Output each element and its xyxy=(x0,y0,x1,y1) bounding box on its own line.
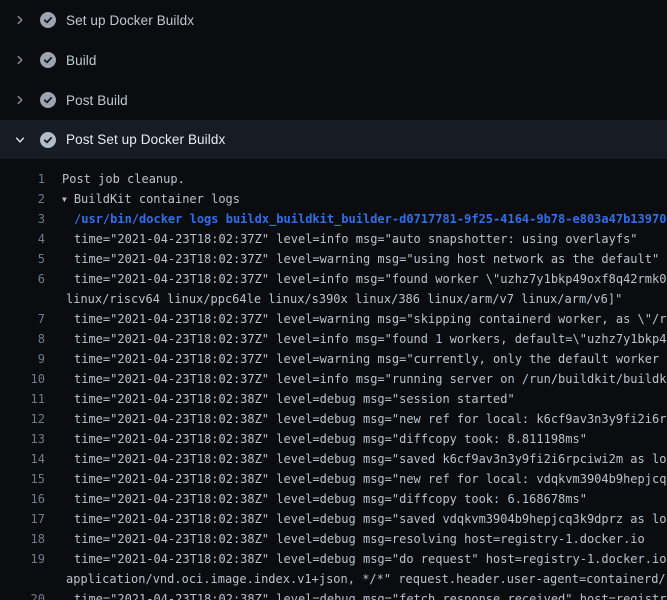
log-group-header[interactable]: ▼ BuildKit container logs xyxy=(45,192,240,206)
log-line-number[interactable]: 20 xyxy=(0,592,45,600)
log-line-5: 5time="2021-04-23T18:02:37Z" level=warni… xyxy=(0,249,667,269)
log-line-13: 13time="2021-04-23T18:02:38Z" level=debu… xyxy=(0,429,667,449)
log-line-17: 17time="2021-04-23T18:02:38Z" level=debu… xyxy=(0,509,667,529)
log-message-text: time="2021-04-23T18:02:38Z" level=debug … xyxy=(45,552,667,566)
log-line-2: 2 ▼ BuildKit container logs xyxy=(0,189,667,209)
log-line-number[interactable]: 5 xyxy=(0,252,45,266)
log-line-14: 14time="2021-04-23T18:02:38Z" level=debu… xyxy=(0,449,667,469)
log-message-text: time="2021-04-23T18:02:38Z" level=debug … xyxy=(45,532,645,546)
log-message-text: time="2021-04-23T18:02:38Z" level=debug … xyxy=(45,512,667,526)
log-message-text: time="2021-04-23T18:02:38Z" level=debug … xyxy=(45,472,667,486)
log-message-text: application/vnd.oci.image.index.v1+json,… xyxy=(45,572,667,586)
chevron-right-icon xyxy=(12,52,28,68)
log-line-number[interactable]: 3 xyxy=(0,212,45,226)
log-line-number[interactable]: 16 xyxy=(0,492,45,506)
log-line-wrap: linux/riscv64 linux/ppc64le linux/s390x … xyxy=(0,289,667,309)
step-row-post-set-up-docker-buildx[interactable]: Post Set up Docker Buildx xyxy=(0,120,667,159)
log-line-number[interactable]: 6 xyxy=(0,272,45,286)
step-label: Build xyxy=(66,53,97,68)
log-line-number[interactable]: 10 xyxy=(0,372,45,386)
log-line-4: 4time="2021-04-23T18:02:37Z" level=info … xyxy=(0,229,667,249)
log-line-12: 12time="2021-04-23T18:02:38Z" level=debu… xyxy=(0,409,667,429)
check-circle-icon xyxy=(40,52,56,68)
log-line-number[interactable]: 7 xyxy=(0,312,45,326)
log-line-number[interactable]: 15 xyxy=(0,472,45,486)
check-circle-icon xyxy=(40,12,56,28)
check-circle-icon xyxy=(40,132,56,148)
log-line-number[interactable]: 14 xyxy=(0,452,45,466)
log-line-1: 1Post job cleanup. xyxy=(0,169,667,189)
log-line-18: 18time="2021-04-23T18:02:38Z" level=debu… xyxy=(0,529,667,549)
log-line-number[interactable]: 12 xyxy=(0,412,45,426)
log-message-text: time="2021-04-23T18:02:38Z" level=debug … xyxy=(45,492,587,506)
log-group-label[interactable]: BuildKit container logs xyxy=(74,192,240,206)
step-row-set-up-docker-buildx[interactable]: Set up Docker Buildx xyxy=(0,0,667,40)
log-line-3: 3/usr/bin/docker logs buildx_buildkit_bu… xyxy=(0,209,667,229)
step-row-post-build[interactable]: Post Build xyxy=(0,80,667,120)
log-group-toggle-icon[interactable]: ▼ xyxy=(62,195,67,204)
log-message-text: time="2021-04-23T18:02:38Z" level=debug … xyxy=(45,432,587,446)
log-line-number[interactable]: 9 xyxy=(0,352,45,366)
log-message-text: time="2021-04-23T18:02:38Z" level=debug … xyxy=(45,392,515,406)
log-message-text: time="2021-04-23T18:02:37Z" level=warnin… xyxy=(45,312,667,326)
log-line-number[interactable]: 13 xyxy=(0,432,45,446)
log-line-20: 20time="2021-04-23T18:02:38Z" level=debu… xyxy=(0,589,667,600)
log-line-number[interactable]: 19 xyxy=(0,552,45,566)
log-line-number[interactable]: 1 xyxy=(0,172,45,186)
log-message-text: time="2021-04-23T18:02:37Z" level=info m… xyxy=(45,272,667,286)
log-line-number[interactable]: 11 xyxy=(0,392,45,406)
log-line-6: 6time="2021-04-23T18:02:37Z" level=info … xyxy=(0,269,667,289)
log-message-text: time="2021-04-23T18:02:37Z" level=warnin… xyxy=(45,352,667,366)
log-message-text: time="2021-04-23T18:02:37Z" level=info m… xyxy=(45,372,667,386)
log-line-7: 7time="2021-04-23T18:02:37Z" level=warni… xyxy=(0,309,667,329)
log-line-11: 11time="2021-04-23T18:02:38Z" level=debu… xyxy=(0,389,667,409)
step-label: Set up Docker Buildx xyxy=(66,13,194,28)
workflow-steps-list: Set up Docker Buildx Build Post Build Post … xyxy=(0,0,667,159)
chevron-right-icon xyxy=(12,12,28,28)
log-line-number[interactable]: 18 xyxy=(0,532,45,546)
log-line-number[interactable]: 2 xyxy=(0,192,45,206)
chevron-down-icon xyxy=(12,132,28,148)
step-label: Post Build xyxy=(66,93,128,108)
log-message-text: time="2021-04-23T18:02:37Z" level=warnin… xyxy=(45,252,659,266)
log-line-number[interactable]: 4 xyxy=(0,232,45,246)
log-message-text: time="2021-04-23T18:02:37Z" level=info m… xyxy=(45,232,638,246)
log-line-8: 8time="2021-04-23T18:02:37Z" level=info … xyxy=(0,329,667,349)
log-line-15: 15time="2021-04-23T18:02:38Z" level=debu… xyxy=(0,469,667,489)
log-message-text: time="2021-04-23T18:02:37Z" level=info m… xyxy=(45,332,667,346)
step-row-build[interactable]: Build xyxy=(0,40,667,80)
log-message-text: time="2021-04-23T18:02:38Z" level=debug … xyxy=(45,592,667,600)
log-message-text: time="2021-04-23T18:02:38Z" level=debug … xyxy=(45,412,667,426)
log-output: 1Post job cleanup.2▼BuildKit container l… xyxy=(0,159,667,600)
log-line-9: 9time="2021-04-23T18:02:37Z" level=warni… xyxy=(0,349,667,369)
log-line-number[interactable]: 17 xyxy=(0,512,45,526)
log-line-wrap: application/vnd.oci.image.index.v1+json,… xyxy=(0,569,667,589)
log-line-16: 16time="2021-04-23T18:02:38Z" level=debu… xyxy=(0,489,667,509)
log-message-text: linux/riscv64 linux/ppc64le linux/s390x … xyxy=(45,292,622,306)
check-circle-icon xyxy=(40,92,56,108)
log-message-text: time="2021-04-23T18:02:38Z" level=debug … xyxy=(45,452,667,466)
log-line-10: 10time="2021-04-23T18:02:37Z" level=info… xyxy=(0,369,667,389)
log-message-text: Post job cleanup. xyxy=(45,172,185,186)
log-line-number[interactable]: 8 xyxy=(0,332,45,346)
log-line-19: 19time="2021-04-23T18:02:38Z" level=debu… xyxy=(0,549,667,569)
log-command-text: /usr/bin/docker logs buildx_buildkit_bui… xyxy=(45,212,666,226)
chevron-right-icon xyxy=(12,92,28,108)
step-label: Post Set up Docker Buildx xyxy=(66,132,225,147)
